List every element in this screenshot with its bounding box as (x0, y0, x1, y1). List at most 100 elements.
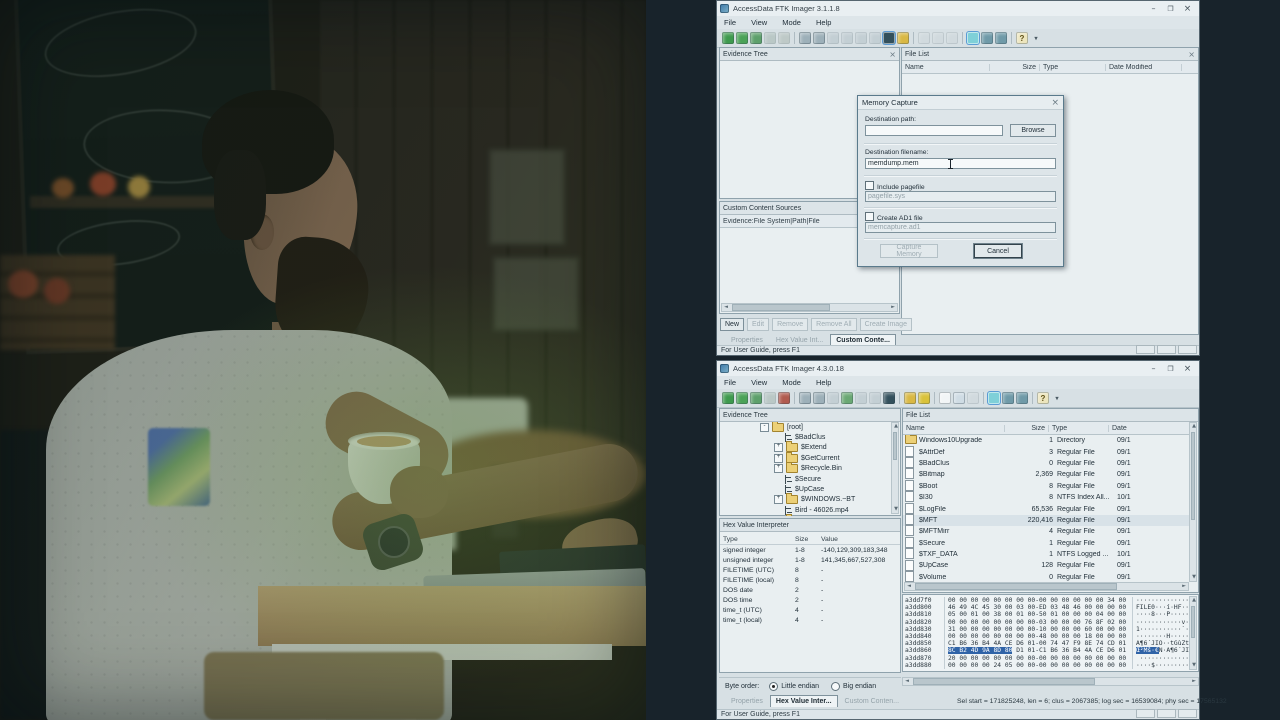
hex-row[interactable]: a3dd850 C1 B6 36 B4 4A CE D6 01-00 74 47 … (903, 640, 1190, 648)
obtain-protected-files-icon[interactable] (897, 32, 909, 44)
destination-filename-input[interactable]: memdump.mem (865, 158, 1056, 169)
tab-custom-content[interactable]: Custom Conten... (839, 695, 905, 707)
scroll-right-icon[interactable]: ► (889, 304, 897, 311)
title-bar[interactable]: AccessData FTK Imager 4.3.0.18 (717, 361, 1199, 376)
print-icon[interactable] (855, 32, 867, 44)
menu-file[interactable]: File (722, 377, 738, 388)
export-logical-image-icon[interactable] (827, 32, 839, 44)
file-row[interactable]: Windows10Upgrade 1 Directory 09/1 (903, 435, 1190, 446)
create-disk-image-icon[interactable] (799, 32, 811, 44)
scrollbar-thumb[interactable] (732, 304, 830, 311)
tree-item[interactable]: $BadClus (720, 432, 900, 443)
big-endian-option[interactable]: Big endian (831, 682, 876, 691)
tree-expander-icon[interactable]: + (774, 495, 783, 505)
tab-hex-value-interpreter[interactable]: Hex Value Inter... (769, 695, 838, 707)
maximize-icon[interactable] (1162, 3, 1179, 14)
remove-evidence-icon[interactable] (764, 32, 776, 44)
menu-view[interactable]: View (749, 17, 769, 28)
column-size[interactable]: Size (1005, 424, 1049, 432)
column-type[interactable]: Type (720, 536, 792, 543)
file-row[interactable]: $TXF_DATA 1 NTFS Logged ... 10/1 (903, 548, 1190, 560)
close-icon[interactable] (1179, 363, 1196, 374)
file-row[interactable]: $I30 8 NTFS Index All... 10/1 (903, 491, 1190, 503)
file-row[interactable]: $UpCase 128 Regular File 09/1 (903, 559, 1190, 571)
column-size[interactable]: Size (990, 63, 1040, 71)
tree-item[interactable]: + $Recycle.Bin (720, 462, 900, 474)
cancel-button[interactable]: Cancel (974, 244, 1022, 258)
menu-help[interactable]: Help (814, 17, 833, 28)
column-name[interactable]: Name (903, 424, 1005, 432)
file-row[interactable]: $Secure 1 Regular File 09/1 (903, 536, 1190, 549)
hex-row[interactable]: a3dd800 46 49 4C 45 30 00 03 00-ED 03 48 … (903, 604, 1190, 612)
scrollbar-thumb[interactable] (1191, 432, 1195, 520)
capture-memory-icon[interactable] (883, 392, 895, 404)
file-row[interactable]: $Bitmap 2,369 Regular File 09/1 (903, 468, 1190, 480)
close-panel-icon[interactable] (889, 50, 896, 59)
add-evidence-icon[interactable] (722, 32, 734, 44)
scroll-left-icon[interactable]: ◄ (722, 304, 730, 311)
hex-row[interactable]: a3dd820 00 00 00 00 00 00 00 00-03 00 00 … (903, 618, 1190, 626)
tree-expander-icon[interactable]: + (774, 464, 783, 474)
menu-help[interactable]: Help (814, 377, 833, 388)
scroll-down-icon[interactable]: ▼ (1190, 662, 1198, 669)
new-button[interactable]: New (720, 318, 745, 331)
export-files-icon[interactable] (932, 32, 944, 44)
dialog-close-icon[interactable] (1051, 98, 1059, 108)
browse-button[interactable]: Browse (1010, 124, 1056, 137)
mount-image-icon[interactable] (750, 392, 762, 404)
tab-properties[interactable]: Properties (725, 695, 769, 707)
tree-expander-icon[interactable]: + (774, 453, 783, 463)
export-disk-image-icon[interactable] (813, 32, 825, 44)
hex-row[interactable]: a3dd830 31 00 00 00 00 00 00 00-10 00 00 … (903, 625, 1190, 633)
little-endian-option[interactable]: Little endian (769, 682, 819, 691)
scrollbar-thumb[interactable] (915, 583, 1117, 590)
add-all-devices-icon[interactable] (736, 392, 748, 404)
scroll-down-icon[interactable]: ▼ (892, 506, 900, 513)
text-preview-icon[interactable] (1002, 392, 1014, 404)
big-endian-radio-icon[interactable] (831, 682, 841, 691)
title-bar[interactable]: AccessData FTK Imager 3.1.1.8 (717, 1, 1199, 16)
hex-row[interactable]: a3dd860 8C B2 4D 9A 8D 80 D1 01-C1 B6 36 … (903, 647, 1190, 655)
hex-preview-icon[interactable] (1016, 392, 1028, 404)
dialog-title-bar[interactable]: Memory Capture (858, 96, 1063, 110)
list-vertical-scrollbar[interactable]: ▲ ▼ (1189, 422, 1197, 582)
column-type[interactable]: Type (1040, 63, 1106, 71)
file-row[interactable]: $LogFile 65,536 Regular File 09/1 (903, 502, 1190, 514)
text-preview-icon[interactable] (981, 32, 993, 44)
little-endian-radio-icon[interactable] (769, 682, 779, 691)
list-horizontal-scrollbar[interactable]: ◄ ► (904, 582, 1189, 591)
minimize-icon[interactable] (1145, 363, 1162, 374)
hex-row[interactable]: a3dd880 00 00 00 00 24 05 00 00-00 00 00 … (903, 661, 1190, 669)
export-logical-image-icon[interactable] (827, 392, 839, 404)
column-type[interactable]: Type (1049, 424, 1109, 432)
tree-item[interactable]: - [root] (720, 422, 900, 432)
menu-mode[interactable]: Mode (780, 377, 803, 388)
link-icon[interactable] (869, 392, 881, 404)
scroll-left-icon[interactable]: ◄ (905, 583, 913, 590)
export-hash-list-icon[interactable] (946, 32, 958, 44)
new-document-icon[interactable] (939, 392, 951, 404)
tree-item[interactable]: + $Extend (720, 441, 900, 453)
remove-all-evidence-icon[interactable] (778, 32, 790, 44)
key-icon[interactable] (918, 392, 930, 404)
minimize-icon[interactable] (1145, 3, 1162, 14)
close-panel-icon[interactable] (1188, 50, 1195, 59)
scroll-down-icon[interactable]: ▼ (1190, 574, 1198, 581)
scroll-up-icon[interactable]: ▲ (892, 423, 900, 430)
column-value[interactable]: Value (818, 536, 900, 543)
column-size[interactable]: Size (792, 536, 818, 543)
detect-encryption-icon[interactable] (918, 32, 930, 44)
scroll-right-icon[interactable]: ► (1180, 583, 1188, 590)
scroll-up-icon[interactable]: ▲ (1190, 423, 1198, 430)
tree-item[interactable]: Bird - 46026.mp4 (720, 505, 900, 515)
mount-image-icon[interactable] (750, 32, 762, 44)
hex-view[interactable]: a3dd7f0 00 00 00 00 00 00 00 00-00 00 00 … (903, 597, 1190, 669)
tree-expander-icon[interactable]: - (760, 422, 769, 432)
scrollbar-thumb[interactable] (913, 678, 1095, 685)
export-document-icon[interactable] (953, 392, 965, 404)
destination-path-input[interactable] (865, 125, 1003, 136)
hex-row[interactable]: a3dd870 20 00 00 00 00 00 00 00-00 00 00 … (903, 654, 1190, 662)
help-icon[interactable]: ? (1016, 32, 1028, 44)
hex-preview-icon[interactable] (995, 32, 1007, 44)
menu-mode[interactable]: Mode (780, 17, 803, 28)
